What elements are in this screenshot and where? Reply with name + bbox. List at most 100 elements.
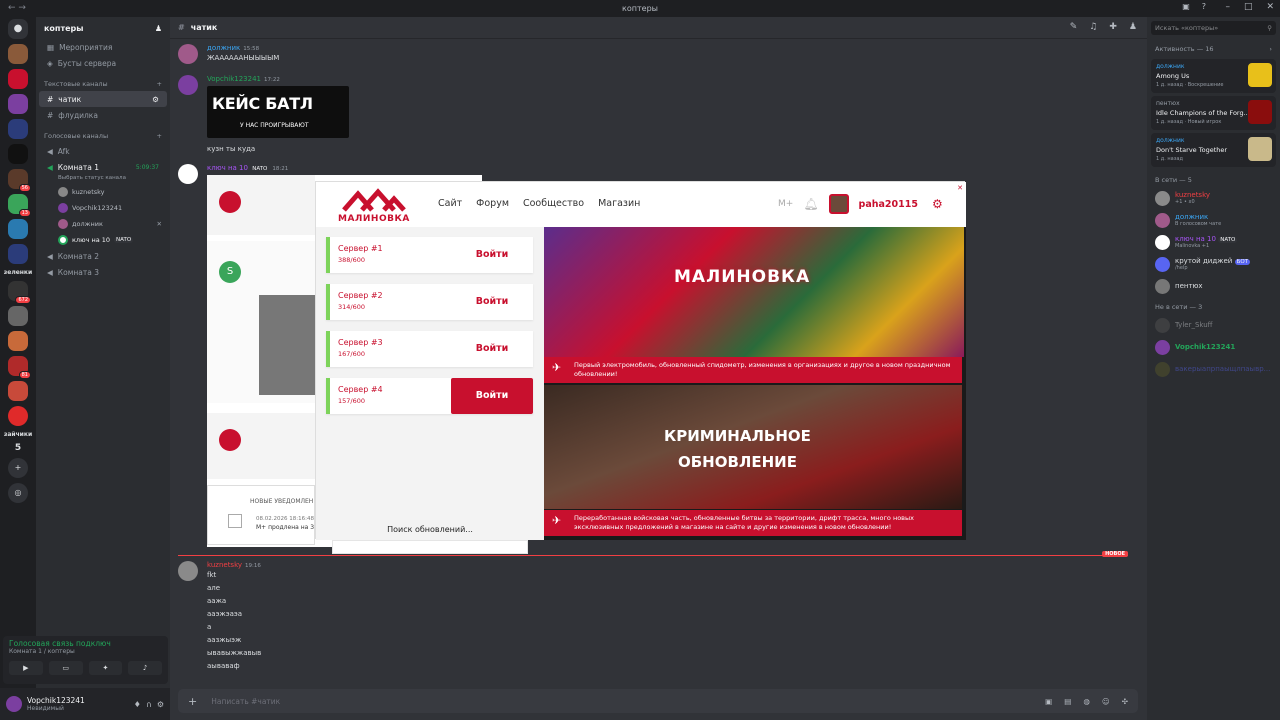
message-author[interactable]: должник bbox=[207, 44, 240, 52]
member-item[interactable]: должник В голосовом чате bbox=[1147, 209, 1280, 231]
server-icon[interactable] bbox=[8, 144, 28, 164]
settings-icon[interactable]: ⚙ bbox=[152, 95, 159, 104]
voice-user[interactable]: ключ на 10 NATO bbox=[36, 232, 170, 248]
voice-user[interactable]: kuznetsky bbox=[36, 184, 170, 200]
message-input[interactable]: + Написать #чатик ▣ ▤ ◍ ☺ ✣ bbox=[178, 689, 1138, 713]
sidebar-item-events[interactable]: ▦ Мероприятия bbox=[39, 39, 167, 55]
members-icon[interactable]: ♟ bbox=[1129, 22, 1137, 32]
join-button[interactable]: Войти bbox=[451, 237, 533, 273]
close-icon[interactable]: ✕ bbox=[957, 184, 963, 192]
news-caption[interactable]: ✈ Переработанная войсковая часть, обновле… bbox=[544, 510, 962, 536]
microphone-icon[interactable]: ♦ bbox=[134, 700, 141, 709]
activity-card[interactable]: пентюх Idle Champions of the Forg... 1 д… bbox=[1151, 96, 1276, 130]
nav-community[interactable]: Сообщество bbox=[523, 198, 584, 209]
discover-icon[interactable]: ◎ bbox=[8, 483, 28, 503]
voice-status[interactable]: Голосовая связь подключ bbox=[9, 639, 162, 648]
join-button[interactable]: Войти bbox=[451, 331, 533, 367]
member-item[interactable]: kuznetsky +1 • x0 bbox=[1147, 187, 1280, 209]
screen-share-icon[interactable]: ▭ bbox=[48, 661, 83, 675]
maximize-icon[interactable]: □ bbox=[1244, 2, 1253, 12]
voice-user[interactable]: Vopchik123241 bbox=[36, 200, 170, 216]
gif-icon[interactable]: ▤ bbox=[1064, 697, 1071, 706]
server-icon[interactable]: 672 bbox=[8, 281, 31, 304]
server-icon[interactable] bbox=[8, 44, 28, 64]
server-icon[interactable] bbox=[8, 306, 28, 326]
threads-icon[interactable]: ✎ bbox=[1070, 22, 1078, 32]
launcher-username[interactable]: paha20115 bbox=[859, 199, 918, 210]
news-banner[interactable]: КРИМИНАЛЬНОЕ ОБНОВЛЕНИЕ bbox=[544, 385, 962, 509]
server-icon[interactable]: 56 bbox=[8, 169, 31, 192]
member-item[interactable]: Tyler_Skuff bbox=[1147, 314, 1280, 336]
bell-icon[interactable]: ♫ bbox=[1089, 22, 1097, 32]
add-channel-icon[interactable]: + bbox=[157, 80, 162, 88]
chevron-right-icon[interactable]: › bbox=[1269, 45, 1272, 53]
voice-channel-afk[interactable]: ◀ Afk bbox=[39, 143, 167, 159]
avatar[interactable] bbox=[178, 44, 198, 64]
avatar[interactable] bbox=[6, 696, 22, 712]
activity-card[interactable]: должник Among Us 1 д. назад · Воскрешени… bbox=[1151, 59, 1276, 93]
settings-icon[interactable]: ⚙ bbox=[932, 197, 943, 211]
headphones-icon[interactable]: ∩ bbox=[146, 700, 152, 709]
channel-fludilka[interactable]: # флудилка bbox=[39, 107, 167, 123]
message-author[interactable]: ключ на 10 bbox=[207, 164, 248, 172]
member-item[interactable]: крутой диджей БОТ/help bbox=[1147, 253, 1280, 275]
join-button[interactable]: Войти bbox=[451, 284, 533, 320]
add-attachment-icon[interactable]: + bbox=[188, 695, 197, 708]
news-banner[interactable]: МАЛИНОВКА bbox=[544, 227, 964, 357]
member-item[interactable]: пентюх bbox=[1147, 275, 1280, 297]
channel-chatik[interactable]: # чатик ⚙ bbox=[39, 91, 167, 107]
server-icon[interactable]: 81 bbox=[8, 356, 31, 379]
server-header[interactable]: коптеры ♟ bbox=[36, 17, 170, 39]
emoji-icon[interactable]: ☺ bbox=[1102, 697, 1110, 706]
member-item[interactable]: ключ на 10 NATO Malinovka +1 bbox=[1147, 231, 1280, 253]
minimize-icon[interactable]: – bbox=[1225, 2, 1230, 12]
close-icon[interactable]: ✕ bbox=[1266, 2, 1274, 12]
server-card[interactable]: Сервер #3 167/600 Войти bbox=[326, 331, 533, 367]
message-author[interactable]: Vopchik123241 bbox=[207, 75, 261, 83]
voice-channel-room1[interactable]: ◀ Комната 1 5:09:37 bbox=[39, 159, 167, 175]
nav-arrows-icon[interactable]: ← → bbox=[8, 3, 26, 13]
bell-icon[interactable]: 🔔︎ bbox=[803, 197, 818, 211]
mplus-label[interactable]: М+ bbox=[778, 199, 793, 209]
avatar[interactable] bbox=[828, 194, 849, 214]
server-icon[interactable] bbox=[8, 219, 28, 239]
search-input[interactable]: Искать «коптеры» ⚲ bbox=[1151, 21, 1276, 35]
server-icon[interactable] bbox=[8, 94, 28, 114]
voice-channel-room3[interactable]: ◀ Комната 3 bbox=[39, 264, 167, 280]
discord-home-icon[interactable]: ● bbox=[8, 19, 28, 39]
inbox-icon[interactable]: ▣ bbox=[1182, 2, 1190, 11]
server-card[interactable]: Сервер #4 157/600 Войти bbox=[326, 378, 533, 414]
avatar[interactable] bbox=[178, 561, 198, 581]
add-member-icon[interactable]: ♟ bbox=[155, 24, 162, 33]
server-card[interactable]: Сервер #1 388/600 Войти bbox=[326, 237, 533, 273]
settings-icon[interactable]: ⚙ bbox=[157, 700, 164, 709]
folder-icon[interactable] bbox=[8, 244, 28, 264]
server-icon[interactable] bbox=[8, 381, 28, 401]
sticker-icon[interactable]: ◍ bbox=[1083, 697, 1090, 706]
server-icon[interactable] bbox=[8, 406, 28, 426]
soundboard-icon[interactable]: ♪ bbox=[128, 661, 162, 675]
activity-card[interactable]: должник Don't Starve Together 1 д. назад bbox=[1151, 133, 1276, 167]
server-icon[interactable] bbox=[8, 69, 28, 89]
folder-icon[interactable] bbox=[8, 119, 28, 139]
voice-category[interactable]: Голосовые каналы + bbox=[36, 123, 170, 143]
nav-site[interactable]: Сайт bbox=[438, 198, 462, 209]
message-author[interactable]: kuznetsky bbox=[207, 561, 242, 569]
news-caption[interactable]: ✈ Первый электромобиль, обновленный спидо… bbox=[544, 357, 962, 383]
channel-status[interactable]: Выбрать статус канала bbox=[36, 175, 170, 184]
server-icon[interactable]: 13 bbox=[8, 194, 31, 217]
text-category[interactable]: Текстовые каналы + bbox=[36, 71, 170, 91]
server-card[interactable]: Сервер #2 314/600 Войти bbox=[326, 284, 533, 320]
nav-shop[interactable]: Магазин bbox=[598, 198, 640, 209]
pin-icon[interactable]: ✚ bbox=[1109, 22, 1117, 32]
member-item[interactable]: Vopchik123241 bbox=[1147, 336, 1280, 358]
server-icon[interactable] bbox=[8, 331, 28, 351]
nav-forum[interactable]: Форум bbox=[476, 198, 509, 209]
apps-icon[interactable]: ✣ bbox=[1122, 697, 1128, 706]
launcher-logo[interactable]: МАЛИНОВКА bbox=[338, 188, 409, 224]
avatar[interactable] bbox=[178, 164, 198, 184]
voice-user[interactable]: должник ✕ bbox=[36, 216, 170, 232]
avatar[interactable] bbox=[178, 75, 198, 95]
camera-icon[interactable]: ▶ bbox=[9, 661, 43, 675]
join-button[interactable]: Войти bbox=[451, 378, 533, 414]
